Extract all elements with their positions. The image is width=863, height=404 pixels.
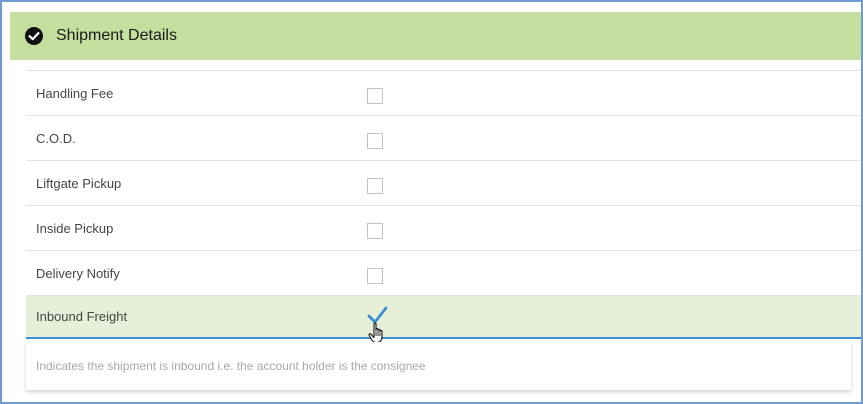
cod-checkbox[interactable]: [367, 133, 383, 149]
option-row-inside-pickup[interactable]: Inside Pickup: [26, 205, 861, 250]
inside-pickup-checkbox[interactable]: [367, 223, 383, 239]
tooltip-box: Indicates the shipment is inbound i.e. t…: [26, 342, 851, 390]
panel-header[interactable]: Shipment Details: [10, 12, 861, 60]
option-row-delivery-notify[interactable]: Delivery Notify: [26, 250, 861, 295]
option-label: Inside Pickup: [36, 220, 114, 236]
delivery-notify-checkbox[interactable]: [367, 268, 383, 284]
check-circle-icon: [25, 27, 43, 45]
tooltip-text: Indicates the shipment is inbound i.e. t…: [36, 359, 426, 373]
option-row-handling-fee[interactable]: Handling Fee: [26, 70, 861, 115]
options-list: Handling Fee C.O.D. Liftgate Pickup Insi…: [26, 70, 861, 344]
option-label: Liftgate Pickup: [36, 175, 122, 191]
option-row-cod[interactable]: C.O.D.: [26, 115, 861, 160]
option-label: Delivery Notify: [36, 265, 120, 281]
option-row-inbound-freight[interactable]: Inbound Freight: [26, 295, 861, 344]
liftgate-pickup-checkbox[interactable]: [367, 178, 383, 194]
option-row-liftgate-pickup[interactable]: Liftgate Pickup: [26, 160, 861, 205]
option-label: Inbound Freight: [36, 309, 128, 324]
handling-fee-checkbox[interactable]: [367, 88, 383, 104]
hand-cursor-icon: [368, 322, 386, 344]
window-frame: Shipment Details Handling Fee C.O.D. Lif…: [0, 0, 863, 404]
option-label: C.O.D.: [36, 130, 76, 146]
panel-title: Shipment Details: [56, 27, 177, 44]
option-label: Handling Fee: [36, 85, 114, 101]
